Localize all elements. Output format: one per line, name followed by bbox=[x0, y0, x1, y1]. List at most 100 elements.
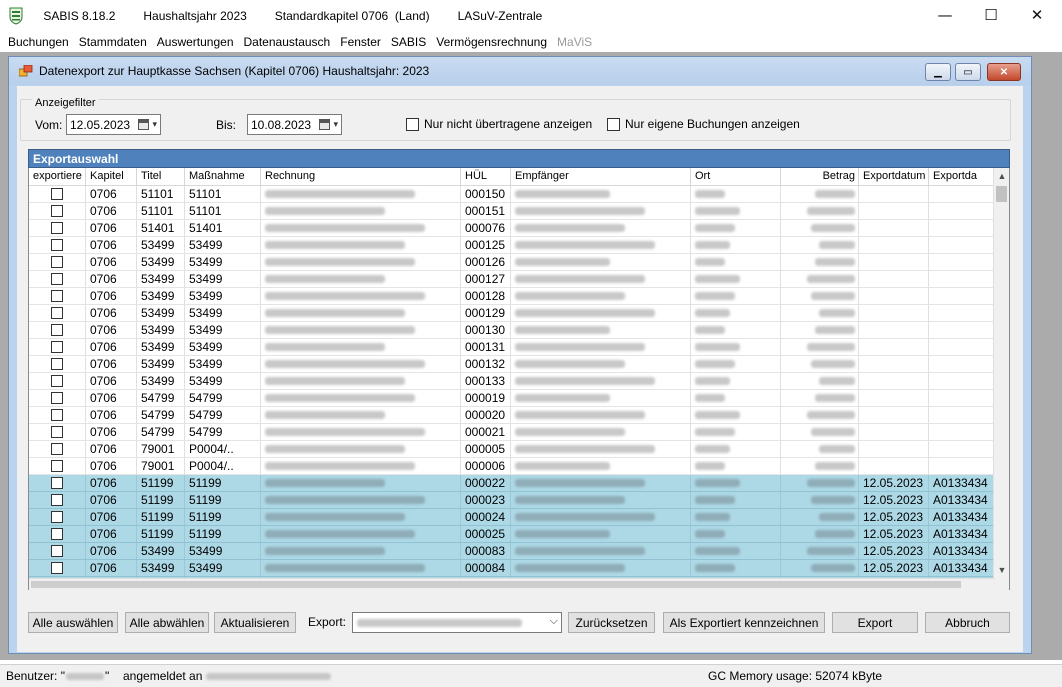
minimize-button[interactable]: — bbox=[922, 0, 968, 30]
row-export-checkbox[interactable] bbox=[51, 375, 63, 387]
window-minimize-button[interactable]: ▁ bbox=[925, 63, 951, 81]
scroll-up-icon[interactable]: ▲ bbox=[994, 168, 1009, 184]
menu-stammdaten[interactable]: Stammdaten bbox=[75, 35, 151, 49]
row-export-checkbox[interactable] bbox=[51, 443, 63, 455]
col-header-exportdatum[interactable]: Exportdatum bbox=[859, 168, 929, 186]
table-row[interactable]: 0706 79001 P0004/.. 000005 bbox=[29, 441, 995, 458]
cell-titel: 51101 bbox=[137, 203, 185, 219]
export-button[interactable]: Export bbox=[832, 612, 918, 633]
chevron-down-icon[interactable]: ⌵ bbox=[550, 615, 558, 628]
menu-datenaustausch[interactable]: Datenaustausch bbox=[240, 35, 335, 49]
table-row[interactable]: 0706 53499 53499 000084 12.05.2023 A0133434 bbox=[29, 560, 995, 577]
nur-nicht-uebertragene-checkbox[interactable]: Nur nicht übertragene anzeigen bbox=[406, 117, 592, 131]
maximize-button[interactable]: ☐ bbox=[968, 0, 1014, 30]
table-row[interactable]: 0706 51199 51199 000024 12.05.2023 A0133434 bbox=[29, 509, 995, 526]
row-export-checkbox[interactable] bbox=[51, 528, 63, 540]
table-row[interactable]: 0706 79001 P0004/.. 000006 bbox=[29, 458, 995, 475]
table-row[interactable]: 0706 51199 51199 000023 12.05.2023 A0133434 bbox=[29, 492, 995, 509]
grid-vertical-scrollbar[interactable]: ▲ ▼ bbox=[993, 168, 1009, 590]
cell-betrag-redacted bbox=[819, 445, 855, 453]
table-row[interactable]: 0706 53499 53499 000125 bbox=[29, 237, 995, 254]
row-export-checkbox[interactable] bbox=[51, 460, 63, 472]
hscroll-thumb[interactable] bbox=[31, 581, 961, 588]
table-row[interactable]: 0706 53499 53499 000133 bbox=[29, 373, 995, 390]
row-export-checkbox[interactable] bbox=[51, 188, 63, 200]
col-header-massnahme[interactable]: Maßnahme bbox=[185, 168, 261, 186]
cell-hul: 000130 bbox=[461, 322, 511, 338]
row-export-checkbox[interactable] bbox=[51, 307, 63, 319]
alle-abwaehlen-button[interactable]: Alle abwählen bbox=[125, 612, 209, 633]
menu-auswertungen[interactable]: Auswertungen bbox=[153, 35, 238, 49]
col-header-betrag[interactable]: Betrag bbox=[781, 168, 859, 186]
als-exportiert-kennzeichnen-button[interactable]: Als Exportiert kennzeichnen bbox=[663, 612, 825, 633]
col-header-exportiere[interactable]: exportiere bbox=[29, 168, 86, 186]
table-row[interactable]: 0706 53499 53499 000131 bbox=[29, 339, 995, 356]
scroll-down-icon[interactable]: ▼ bbox=[994, 562, 1009, 578]
nur-eigene-buchungen-checkbox[interactable]: Nur eigene Buchungen anzeigen bbox=[607, 117, 800, 131]
row-export-checkbox[interactable] bbox=[51, 358, 63, 370]
row-export-checkbox[interactable] bbox=[51, 392, 63, 404]
row-export-checkbox[interactable] bbox=[51, 409, 63, 421]
window-icon bbox=[18, 64, 33, 77]
table-row[interactable]: 0706 54799 54799 000020 bbox=[29, 407, 995, 424]
col-header-hul[interactable]: HÜL bbox=[461, 168, 511, 186]
scroll-thumb[interactable] bbox=[996, 186, 1007, 202]
table-row[interactable]: 0706 51199 51199 000025 12.05.2023 A0133434 bbox=[29, 526, 995, 543]
von-date-picker[interactable]: 12.05.2023 ▾ bbox=[66, 114, 161, 135]
row-export-checkbox[interactable] bbox=[51, 205, 63, 217]
menu-buchungen[interactable]: Buchungen bbox=[4, 35, 73, 49]
checkbox-box[interactable] bbox=[607, 117, 620, 131]
table-row[interactable]: 0706 53499 53499 000129 bbox=[29, 305, 995, 322]
col-header-exportda[interactable]: Exportda bbox=[929, 168, 995, 186]
row-export-checkbox[interactable] bbox=[51, 256, 63, 268]
table-row[interactable]: 0706 51101 51101 000151 bbox=[29, 203, 995, 220]
bis-date-picker[interactable]: 10.08.2023 ▾ bbox=[247, 114, 342, 135]
col-header-titel[interactable]: Titel bbox=[137, 168, 185, 186]
table-row[interactable]: 0706 51101 51101 000150 bbox=[29, 186, 995, 203]
window-close-button[interactable]: ✕ bbox=[987, 63, 1021, 81]
close-button[interactable]: ✕ bbox=[1014, 0, 1060, 30]
von-calendar-button[interactable]: ▾ bbox=[135, 118, 157, 131]
row-export-checkbox[interactable] bbox=[51, 562, 63, 574]
grid-horizontal-scrollbar[interactable] bbox=[29, 578, 995, 590]
zuruecksetzen-button[interactable]: Zurücksetzen bbox=[568, 612, 655, 633]
menu-fenster[interactable]: Fenster bbox=[336, 35, 385, 49]
table-row[interactable]: 0706 51401 51401 000076 bbox=[29, 220, 995, 237]
row-export-checkbox[interactable] bbox=[51, 341, 63, 353]
alle-auswaehlen-button[interactable]: Alle auswählen bbox=[28, 612, 118, 633]
window-restore-button[interactable]: ▭ bbox=[955, 63, 981, 81]
row-export-checkbox[interactable] bbox=[51, 426, 63, 438]
row-export-checkbox[interactable] bbox=[51, 545, 63, 557]
table-row[interactable]: 0706 54799 54799 000019 bbox=[29, 390, 995, 407]
abbruch-button[interactable]: Abbruch bbox=[925, 612, 1010, 633]
cell-exportda bbox=[929, 271, 995, 287]
row-export-checkbox[interactable] bbox=[51, 239, 63, 251]
col-header-empfaenger[interactable]: Empfänger bbox=[511, 168, 691, 186]
table-row[interactable]: 0706 53499 53499 000126 bbox=[29, 254, 995, 271]
row-export-checkbox[interactable] bbox=[51, 324, 63, 336]
table-row[interactable]: 0706 53499 53499 000083 12.05.2023 A0133434 bbox=[29, 543, 995, 560]
col-header-ort[interactable]: Ort bbox=[691, 168, 781, 186]
col-header-kapitel[interactable]: Kapitel bbox=[86, 168, 137, 186]
table-row[interactable]: 0706 53499 53499 000127 bbox=[29, 271, 995, 288]
row-export-checkbox[interactable] bbox=[51, 494, 63, 506]
cell-kapitel: 0706 bbox=[86, 407, 137, 423]
row-export-checkbox[interactable] bbox=[51, 511, 63, 523]
bis-calendar-button[interactable]: ▾ bbox=[316, 118, 338, 131]
menu-sabis[interactable]: SABIS bbox=[387, 35, 430, 49]
menu-vermoegensrechnung[interactable]: Vermögensrechnung bbox=[432, 35, 551, 49]
app-title-bar: SABIS 8.18.2 Haushaltsjahr 2023 Standardka… bbox=[0, 0, 1062, 32]
row-export-checkbox[interactable] bbox=[51, 477, 63, 489]
checkbox-box[interactable] bbox=[406, 117, 419, 131]
row-export-checkbox[interactable] bbox=[51, 273, 63, 285]
table-row[interactable]: 0706 53499 53499 000132 bbox=[29, 356, 995, 373]
col-header-rechnung[interactable]: Rechnung bbox=[261, 168, 461, 186]
table-row[interactable]: 0706 54799 54799 000021 bbox=[29, 424, 995, 441]
row-export-checkbox[interactable] bbox=[51, 290, 63, 302]
table-row[interactable]: 0706 51199 51199 000022 12.05.2023 A0133434 bbox=[29, 475, 995, 492]
export-combobox[interactable]: ⌵ bbox=[352, 612, 562, 633]
aktualisieren-button[interactable]: Aktualisieren bbox=[214, 612, 296, 633]
table-row[interactable]: 0706 53499 53499 000128 bbox=[29, 288, 995, 305]
row-export-checkbox[interactable] bbox=[51, 222, 63, 234]
table-row[interactable]: 0706 53499 53499 000130 bbox=[29, 322, 995, 339]
